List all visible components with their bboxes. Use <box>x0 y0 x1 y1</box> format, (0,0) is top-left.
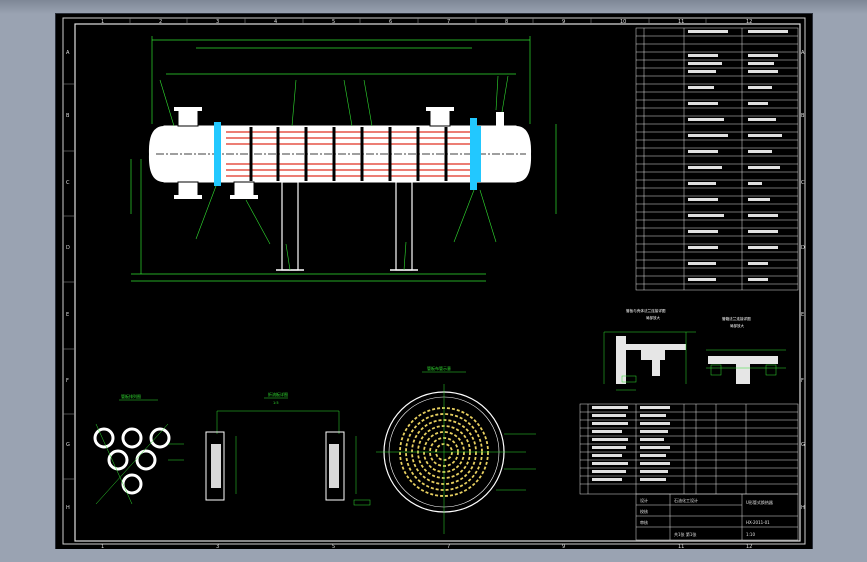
top-num-8: 8 <box>505 19 508 25</box>
row-h-right: H <box>801 505 805 511</box>
tubesheet-layout: 管板布管示意 <box>376 365 536 534</box>
window-top-strip <box>0 0 867 14</box>
top-num-3: 3 <box>216 19 219 25</box>
spec-table-text <box>688 30 788 281</box>
detail1-sub: 局部放大 <box>646 315 660 320</box>
row-g-left: G <box>66 442 70 448</box>
top-num-4: 4 <box>274 19 277 25</box>
top-num-7: 7 <box>447 19 450 25</box>
spec-table <box>635 27 799 291</box>
detail2-title: 管箱法兰连接详图 <box>722 316 751 321</box>
row-b-right: B <box>801 113 805 119</box>
tube-pattern-detail: 管板排列图 <box>93 393 184 505</box>
baffle-scale: 1:5 <box>273 401 279 405</box>
main-vessel-view <box>130 36 557 282</box>
right-flange <box>470 118 477 190</box>
row-d-right: D <box>801 245 805 251</box>
baffle-title: 折流板详图 <box>268 391 288 397</box>
flange-detail-1: 管板与壳体法兰连接详图 局部放大 <box>603 308 696 391</box>
row-f-left: F <box>66 378 69 384</box>
top-num-2: 2 <box>159 19 162 25</box>
baffle-detail: 折流板详图 1:5 <box>205 391 371 506</box>
tb-scale: 1:10 <box>746 532 755 537</box>
parts-list-text <box>592 406 670 481</box>
top-num-11: 11 <box>678 19 684 25</box>
nozzle-top-left <box>177 109 199 127</box>
tb-check: 校核 <box>640 508 648 514</box>
row-h-left: H <box>66 505 70 511</box>
left-flange <box>214 122 221 186</box>
frame-ticks <box>63 18 707 480</box>
drawing-canvas: 1 2 3 4 5 6 7 8 9 10 11 12 1 3 5 7 9 11 … <box>62 17 806 550</box>
detail2-sub: 局部放大 <box>730 323 744 328</box>
top-num-10: 10 <box>620 19 626 25</box>
row-f-right: F <box>801 378 804 384</box>
top-num-12: 12 <box>746 19 752 25</box>
tube-pattern-title: 管板排列图 <box>121 393 141 399</box>
nozzle-flange-bottom-left <box>174 195 202 199</box>
row-e-left: E <box>66 312 69 318</box>
tb-approve: 审核 <box>640 519 648 525</box>
title-block-text: 设计 校核 审核 石油化工设计 U形管式换热器 HX-2011-01 共1张 第… <box>640 497 773 537</box>
tb-school: 石油化工设计 <box>674 497 698 503</box>
tubesheet-title: 管板布管示意 <box>427 365 451 371</box>
nozzle-bottom-left <box>177 181 199 197</box>
top-num-5: 5 <box>332 19 335 25</box>
saddle-left <box>281 181 299 271</box>
row-e-right: E <box>801 312 804 318</box>
title-block <box>635 493 799 541</box>
row-c-right: C <box>801 180 805 186</box>
vent-nozzle <box>496 112 504 126</box>
nozzle-flange-top-left <box>174 107 202 111</box>
flange-detail-2: 管箱法兰连接详图 局部放大 <box>706 316 786 384</box>
tb-drawing-name: U形管式换热器 <box>746 499 773 505</box>
top-num-6: 6 <box>389 19 392 25</box>
nozzle-bottom-mid <box>233 181 255 197</box>
right-tubesheet <box>477 126 481 182</box>
nozzle-flange-top-right <box>426 107 454 111</box>
row-d-left: D <box>66 245 70 251</box>
nozzle-flange-bottom-mid <box>230 195 258 199</box>
tb-sheet: 共1张 第1张 <box>674 531 696 537</box>
nozzle-top-right <box>429 109 451 127</box>
saddle-right <box>395 181 413 271</box>
top-num-9: 9 <box>562 19 565 25</box>
window-bottom-strip <box>0 549 867 562</box>
row-a-right: A <box>801 50 805 56</box>
row-g-right: G <box>801 442 805 448</box>
tb-drawing-no: HX-2011-01 <box>746 520 770 525</box>
row-a-left: A <box>66 50 70 56</box>
row-c-left: C <box>66 180 70 186</box>
row-b-left: B <box>66 113 70 119</box>
cad-viewport[interactable]: 1 2 3 4 5 6 7 8 9 10 11 12 1 3 5 7 9 11 … <box>55 13 813 551</box>
detail1-title: 管板与壳体法兰连接详图 <box>626 308 666 313</box>
top-num-1: 1 <box>101 19 104 25</box>
inner-frame <box>74 23 801 542</box>
tb-design: 设计 <box>640 497 648 503</box>
